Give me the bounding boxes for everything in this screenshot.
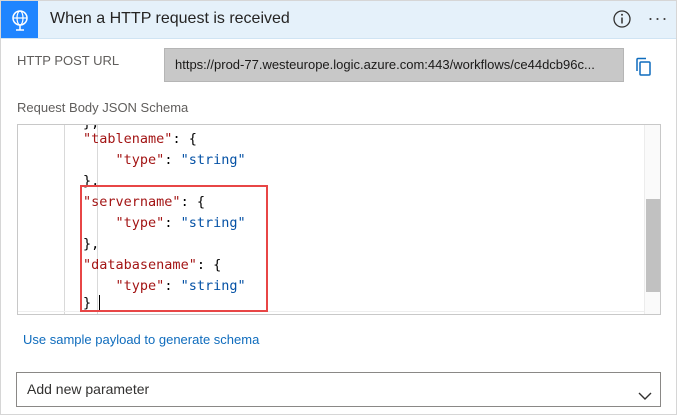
info-icon[interactable] bbox=[611, 8, 633, 30]
http-trigger-card: When a HTTP request is received ··· HTTP… bbox=[0, 0, 677, 415]
globe-request-icon bbox=[1, 1, 38, 38]
code-area[interactable]: }, "tablename": { "type": "string" }, "s… bbox=[18, 125, 644, 314]
card-header[interactable]: When a HTTP request is received ··· bbox=[1, 1, 676, 39]
editor-scrollbar[interactable] bbox=[644, 125, 660, 314]
code-line: "servername": { bbox=[83, 194, 205, 210]
code-line: "type": "string" bbox=[115, 215, 246, 231]
add-new-parameter-dropdown[interactable]: Add new parameter bbox=[16, 372, 661, 407]
code-line: "tablename": { bbox=[83, 131, 197, 147]
more-options-button[interactable]: ··· bbox=[646, 6, 670, 30]
code-line: "databasename": { bbox=[83, 257, 222, 273]
http-post-url-label: HTTP POST URL bbox=[17, 53, 120, 68]
add-parameter-label: Add new parameter bbox=[27, 381, 150, 397]
card-title: When a HTTP request is received bbox=[50, 10, 290, 27]
code-line: "type": "string" bbox=[115, 152, 246, 168]
code-line: }, bbox=[83, 236, 100, 252]
http-post-url-field[interactable]: https://prod-77.westeurope.logic.azure.c… bbox=[164, 48, 624, 82]
chevron-down-icon bbox=[638, 382, 652, 400]
request-body-schema-label: Request Body JSON Schema bbox=[17, 100, 189, 115]
current-line-highlight bbox=[18, 311, 644, 312]
json-schema-editor[interactable]: }, "tablename": { "type": "string" }, "s… bbox=[17, 124, 661, 315]
scrollbar-thumb[interactable] bbox=[646, 199, 660, 292]
code-line: }, bbox=[83, 173, 100, 189]
copy-icon[interactable] bbox=[633, 56, 655, 78]
text-cursor bbox=[99, 295, 100, 312]
use-sample-payload-link[interactable]: Use sample payload to generate schema bbox=[23, 332, 259, 347]
